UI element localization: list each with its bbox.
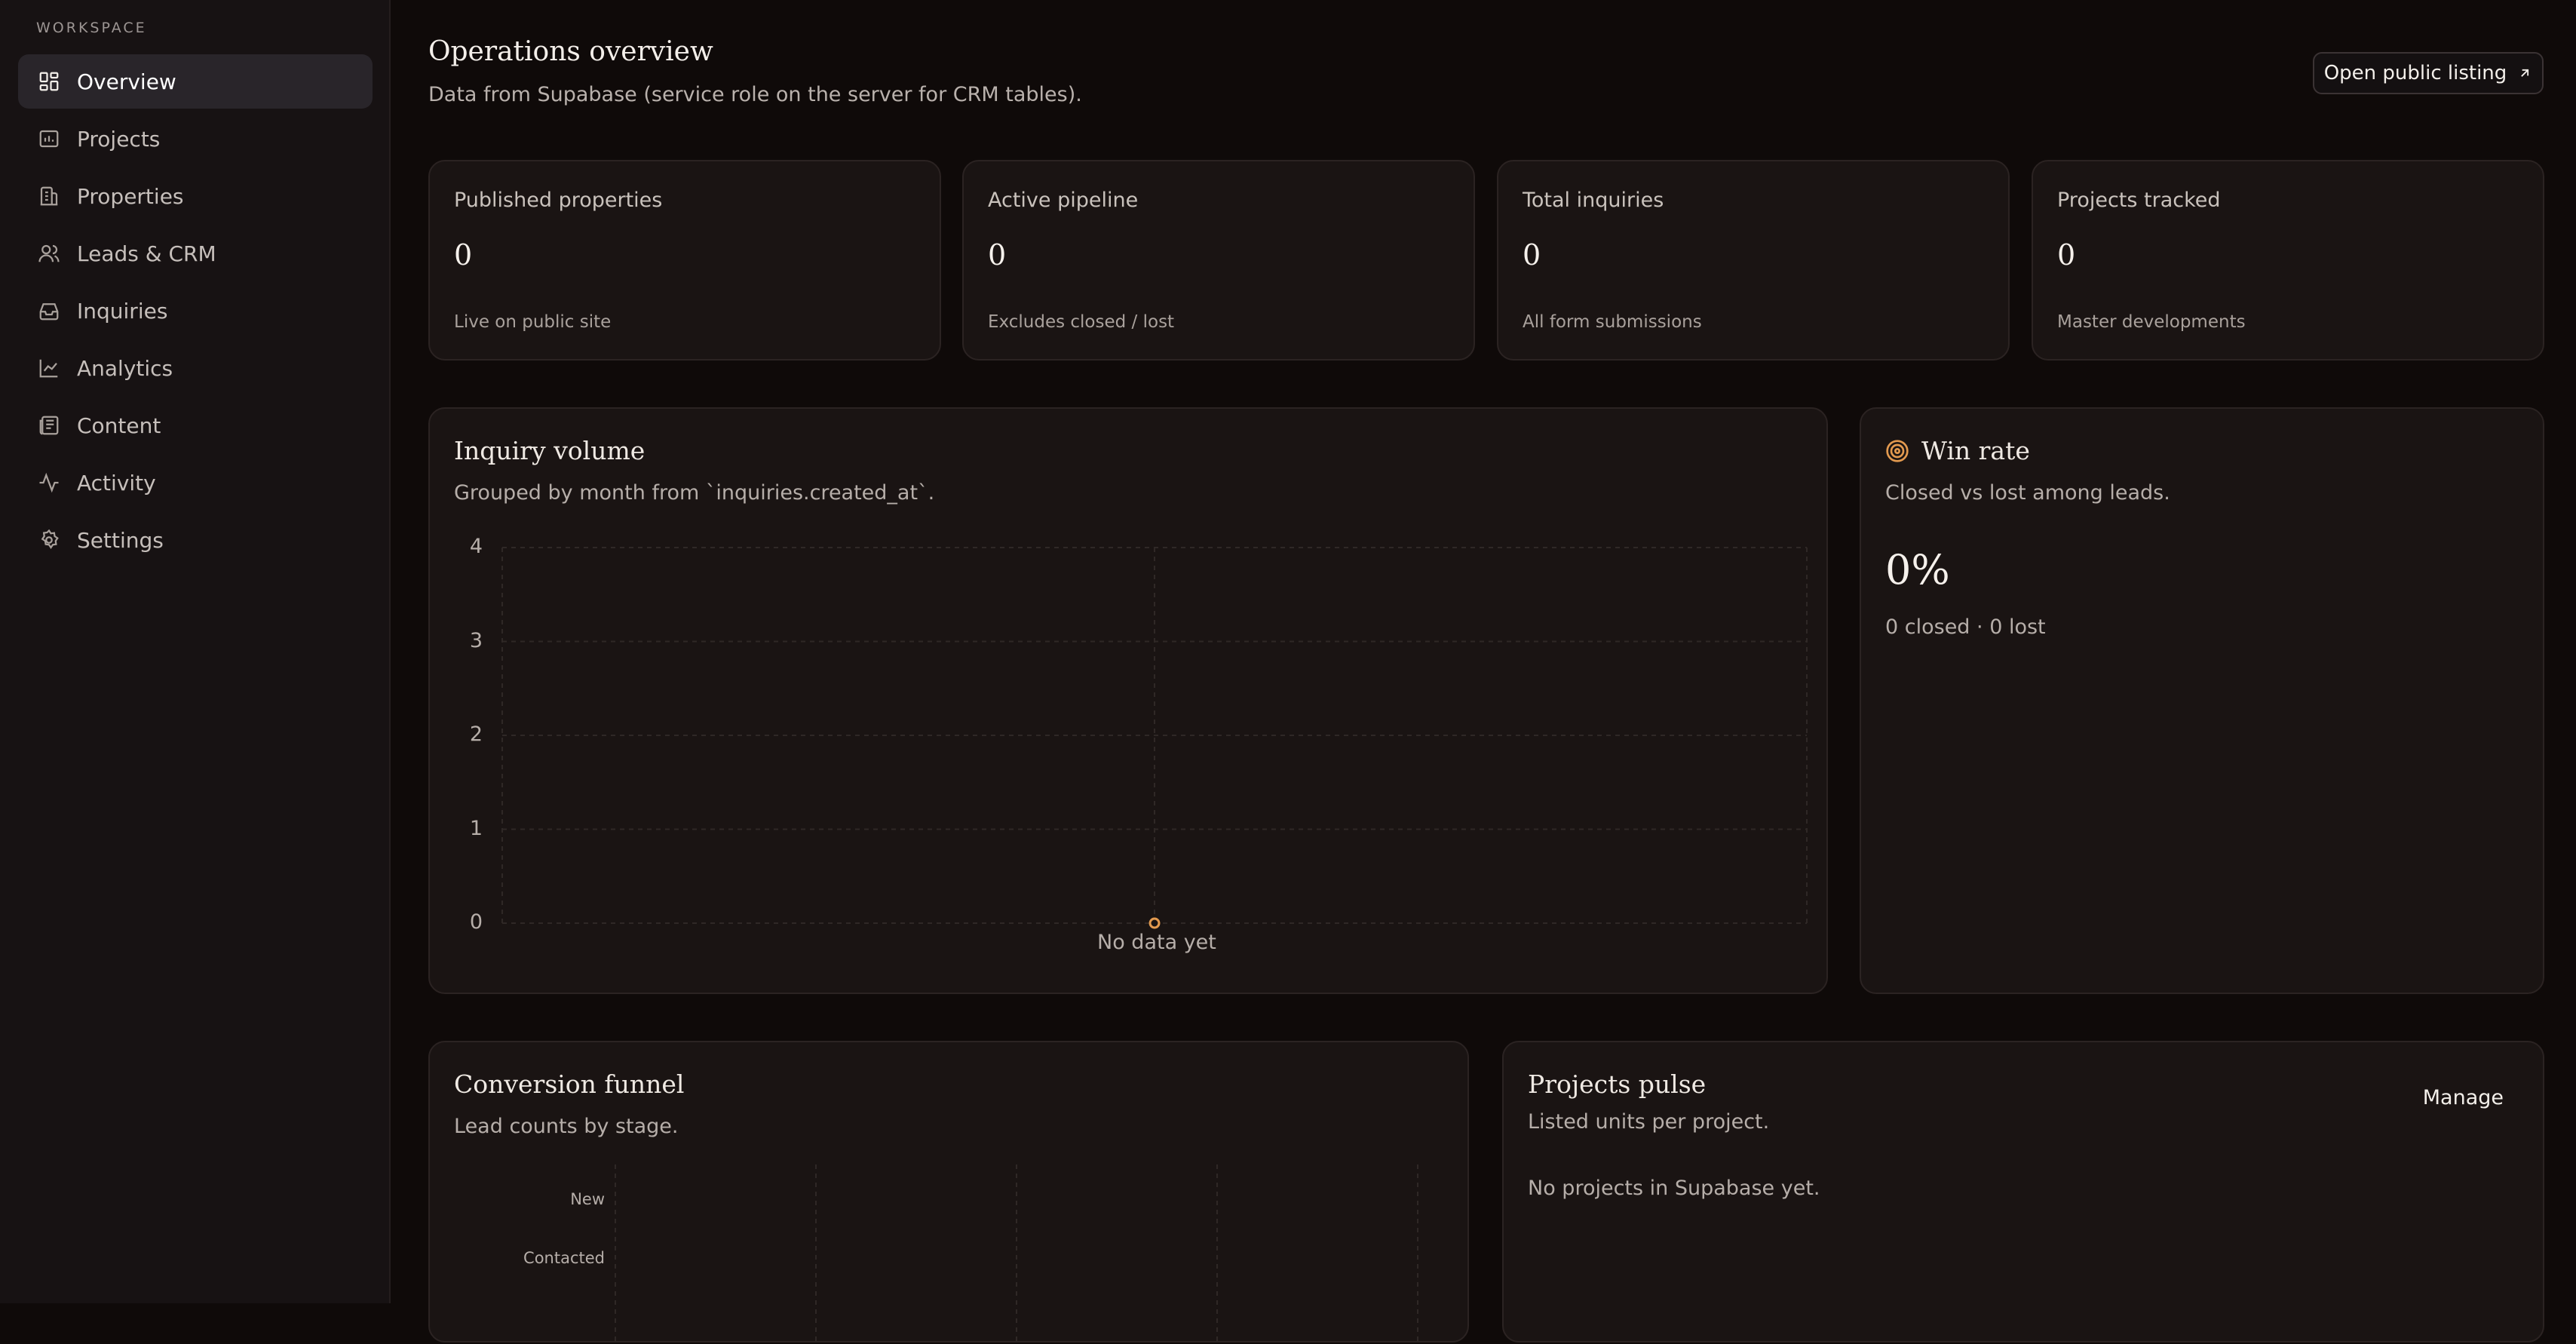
layout-grid-icon [38, 70, 60, 93]
funnel-stage-label: New [570, 1190, 605, 1208]
sidebar-item-label: Analytics [77, 355, 173, 381]
gear-icon [38, 529, 60, 551]
card-title: Win rate [1921, 436, 2030, 465]
building-icon [38, 185, 60, 207]
inquiry-volume-card: Inquiry volume Grouped by month from `in… [428, 407, 1828, 994]
stat-value: 0 [1523, 238, 1541, 272]
stat-value: 0 [2057, 238, 2076, 272]
chart-empty-label: No data yet [1097, 931, 1216, 954]
conversion-funnel-card: Conversion funnel Lead counts by stage. … [428, 1041, 1469, 1344]
sidebar-nav: Overview Projects Properties Leads & CRM… [18, 54, 373, 570]
projects-pulse-card: Projects pulse Listed units per project.… [1502, 1041, 2544, 1342]
stat-card-projects-tracked: Projects tracked 0 Master developments [2032, 160, 2544, 361]
target-icon [1886, 439, 1909, 462]
open-public-listing-button[interactable]: Open public listing [2313, 52, 2544, 94]
inbox-icon [38, 299, 60, 322]
sidebar-item-label: Projects [77, 126, 161, 152]
stat-note: Master developments [2057, 312, 2246, 332]
win-rate-header: Win rate [1885, 436, 2030, 465]
sidebar-item-label: Activity [77, 470, 156, 496]
stat-label: Total inquiries [1523, 189, 1664, 212]
stat-note: Excludes closed / lost [988, 312, 1175, 332]
stat-card-published-properties: Published properties 0 Live on public si… [428, 160, 941, 361]
sidebar-item-label: Settings [77, 527, 164, 553]
sidebar: WORKSPACE Overview Projects Properties L… [0, 0, 391, 1303]
sidebar-item-projects[interactable]: Projects [18, 112, 373, 166]
card-subtitle: Closed vs lost among leads. [1885, 481, 2170, 505]
card-title: Projects pulse [1528, 1069, 1707, 1099]
page-title: Operations overview [428, 36, 713, 67]
newspaper-icon [38, 414, 60, 437]
sidebar-item-leads-crm[interactable]: Leads & CRM [18, 226, 373, 281]
sidebar-item-content[interactable]: Content [18, 398, 373, 453]
inquiry-volume-chart [501, 547, 1808, 929]
sidebar-item-properties[interactable]: Properties [18, 169, 373, 223]
sidebar-item-label: Overview [77, 69, 176, 94]
open-public-listing-label: Open public listing [2323, 62, 2507, 84]
sidebar-item-settings[interactable]: Settings [18, 513, 373, 567]
sidebar-item-label: Content [77, 413, 161, 438]
stat-note: Live on public site [454, 312, 612, 332]
funnel-stage-label: Contacted [523, 1249, 605, 1267]
projects-empty-label: No projects in Supabase yet. [1528, 1177, 1820, 1200]
stat-label: Projects tracked [2057, 189, 2221, 212]
activity-icon [38, 471, 60, 494]
sidebar-item-label: Inquiries [77, 298, 168, 324]
win-rate-card: Win rate Closed vs lost among leads. 0% … [1860, 407, 2544, 994]
page-subtitle: Data from Supabase (service role on the … [428, 83, 1082, 106]
stat-value: 0 [454, 238, 473, 272]
sidebar-item-label: Properties [77, 183, 184, 209]
line-chart-icon [38, 357, 60, 379]
win-rate-note: 0 closed · 0 lost [1885, 615, 2046, 639]
arrow-up-right-icon [2521, 69, 2529, 77]
stat-note: All form submissions [1523, 312, 1702, 332]
stat-value: 0 [988, 238, 1007, 272]
sidebar-heading: WORKSPACE [36, 20, 147, 36]
sidebar-item-label: Leads & CRM [77, 241, 216, 266]
win-rate-value: 0% [1885, 546, 1950, 594]
projects-icon [38, 127, 60, 150]
main-content: Operations overview Data from Supabase (… [391, 0, 2576, 1344]
sidebar-item-overview[interactable]: Overview [18, 54, 373, 109]
users-icon [38, 242, 60, 265]
data-point[interactable] [1148, 917, 1161, 929]
sidebar-item-analytics[interactable]: Analytics [18, 341, 373, 395]
manage-button[interactable]: Manage [2423, 1086, 2504, 1109]
sidebar-item-inquiries[interactable]: Inquiries [18, 284, 373, 338]
sidebar-item-activity[interactable]: Activity [18, 456, 373, 510]
stat-label: Published properties [454, 189, 663, 212]
stat-card-total-inquiries: Total inquiries 0 All form submissions [1497, 160, 2010, 361]
stat-label: Active pipeline [988, 189, 1139, 212]
card-subtitle: Listed units per project. [1528, 1110, 1770, 1134]
stat-card-active-pipeline: Active pipeline 0 Excludes closed / lost [962, 160, 1475, 361]
